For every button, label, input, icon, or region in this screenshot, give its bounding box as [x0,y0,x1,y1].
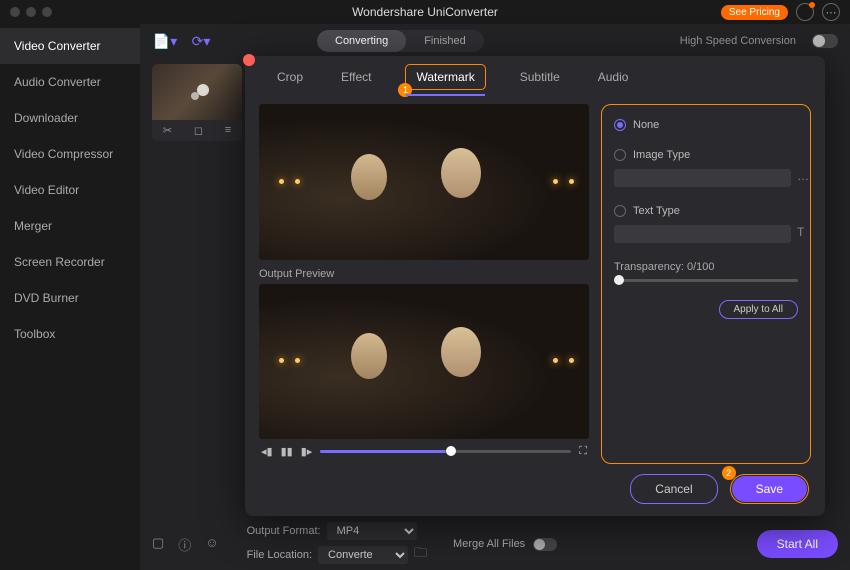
sidebar-item-downloader[interactable]: Downloader [0,100,140,136]
more-icon[interactable]: ≡ [225,124,231,137]
file-location-label: File Location: [247,549,312,561]
account-icon[interactable] [796,3,814,21]
tab-subtitle[interactable]: Subtitle [516,64,564,90]
tab-watermark[interactable]: Watermark 1 [405,64,485,90]
start-all-button[interactable]: Start All [757,530,838,558]
add-url-icon[interactable]: ⟳▾ [188,28,214,54]
sidebar: Video Converter Audio Converter Download… [0,24,140,570]
preview-column: Output Preview ◂▮ ▮▮ ▮▸ ⛶ [259,104,589,464]
help-icon[interactable]: ⓘ [178,535,191,554]
sidebar-item-video-converter[interactable]: Video Converter [0,28,140,64]
radio-text-type[interactable]: Text Type [614,205,798,217]
radio-icon [614,205,626,217]
edit-dialog: Crop Effect Watermark 1 Subtitle Audio O… [245,56,825,516]
output-format-select[interactable]: MP4 [327,522,417,540]
text-style-icon[interactable]: T [797,225,804,243]
save-button-highlight: 2 Save [730,474,809,504]
tab-effect[interactable]: Effect [337,64,375,90]
radio-image-type[interactable]: Image Type [614,149,798,161]
toolbar: 📄▾ ⟳▾ Converting Finished High Speed Con… [140,24,850,58]
bottom-bar: ▢ ⓘ ☺ Output Format: MP4 File Location: … [140,518,850,570]
crop-icon[interactable]: ◻ [194,124,203,137]
apply-to-all-button[interactable]: Apply to All [719,300,798,319]
maximize-window-icon[interactable] [42,7,52,17]
radio-image-label: Image Type [633,149,690,161]
source-preview [259,104,589,260]
feedback-icon[interactable]: ☺ [205,535,218,554]
annotation-2-badge: 2 [722,466,736,480]
video-thumbnail [152,64,242,120]
sidebar-item-video-editor[interactable]: Video Editor [0,172,140,208]
next-frame-icon[interactable]: ▮▸ [301,445,313,458]
dialog-tabs: Crop Effect Watermark 1 Subtitle Audio [245,56,825,90]
add-file-icon[interactable]: 📄▾ [152,28,178,54]
annotation-1-badge: 1 [398,83,412,97]
desktop-icon[interactable]: ▢ [152,535,164,554]
sidebar-item-dvd-burner[interactable]: DVD Burner [0,280,140,316]
tab-audio[interactable]: Audio [594,64,633,90]
radio-icon [614,119,626,131]
high-speed-label: High Speed Conversion [680,35,796,47]
output-format-label: Output Format: [247,525,321,537]
save-button[interactable]: Save [732,476,807,502]
cancel-button[interactable]: Cancel [630,474,717,504]
fullscreen-icon[interactable]: ⛶ [579,445,587,458]
output-preview [259,284,589,440]
app-title: Wondershare UniConverter [352,5,498,19]
transparency-slider[interactable] [614,279,798,282]
browse-image-icon[interactable]: … [797,169,809,187]
see-pricing-button[interactable]: See Pricing [721,5,788,20]
transparency-label: Transparency: 0/100 [614,261,798,273]
high-speed-toggle[interactable] [812,34,838,48]
sidebar-item-merger[interactable]: Merger [0,208,140,244]
watermark-panel: None Image Type … Text Type [601,104,811,464]
radio-none[interactable]: None [614,119,798,131]
pause-icon[interactable]: ▮▮ [281,445,293,458]
trim-icon[interactable]: ✂ [163,124,172,137]
dialog-close-icon[interactable] [243,54,255,66]
sidebar-item-screen-recorder[interactable]: Screen Recorder [0,244,140,280]
merge-label: Merge All Files [453,538,525,550]
output-preview-label: Output Preview [259,268,589,280]
merge-toggle[interactable] [533,538,557,551]
settings-icon[interactable]: ⋯ [822,3,840,21]
tab-watermark-label: Watermark [416,70,474,84]
image-path-input[interactable] [614,169,791,187]
status-segmented: Converting Finished [317,30,484,52]
playback-controls: ◂▮ ▮▮ ▮▸ ⛶ [259,439,589,464]
radio-icon [614,149,626,161]
file-location-select[interactable]: Converted [318,546,408,564]
prev-frame-icon[interactable]: ◂▮ [261,445,273,458]
seek-slider[interactable] [320,450,571,453]
radio-text-label: Text Type [633,205,680,217]
sidebar-item-video-compressor[interactable]: Video Compressor [0,136,140,172]
dialog-footer: Cancel 2 Save [245,464,825,516]
card-tools: ✂ ◻ ≡ [152,120,242,141]
sidebar-item-toolbox[interactable]: Toolbox [0,316,140,352]
sidebar-item-audio-converter[interactable]: Audio Converter [0,64,140,100]
radio-none-label: None [633,119,659,131]
open-folder-icon[interactable]: 🗀 [414,544,427,566]
text-watermark-input[interactable] [614,225,791,243]
tab-converting[interactable]: Converting [317,30,406,52]
minimize-window-icon[interactable] [26,7,36,17]
window-controls [0,7,52,17]
file-card[interactable]: ✂ ◻ ≡ [152,64,242,141]
tab-crop[interactable]: Crop [273,64,307,90]
close-window-icon[interactable] [10,7,20,17]
titlebar: Wondershare UniConverter See Pricing ⋯ [0,0,850,24]
tab-finished[interactable]: Finished [406,30,484,52]
